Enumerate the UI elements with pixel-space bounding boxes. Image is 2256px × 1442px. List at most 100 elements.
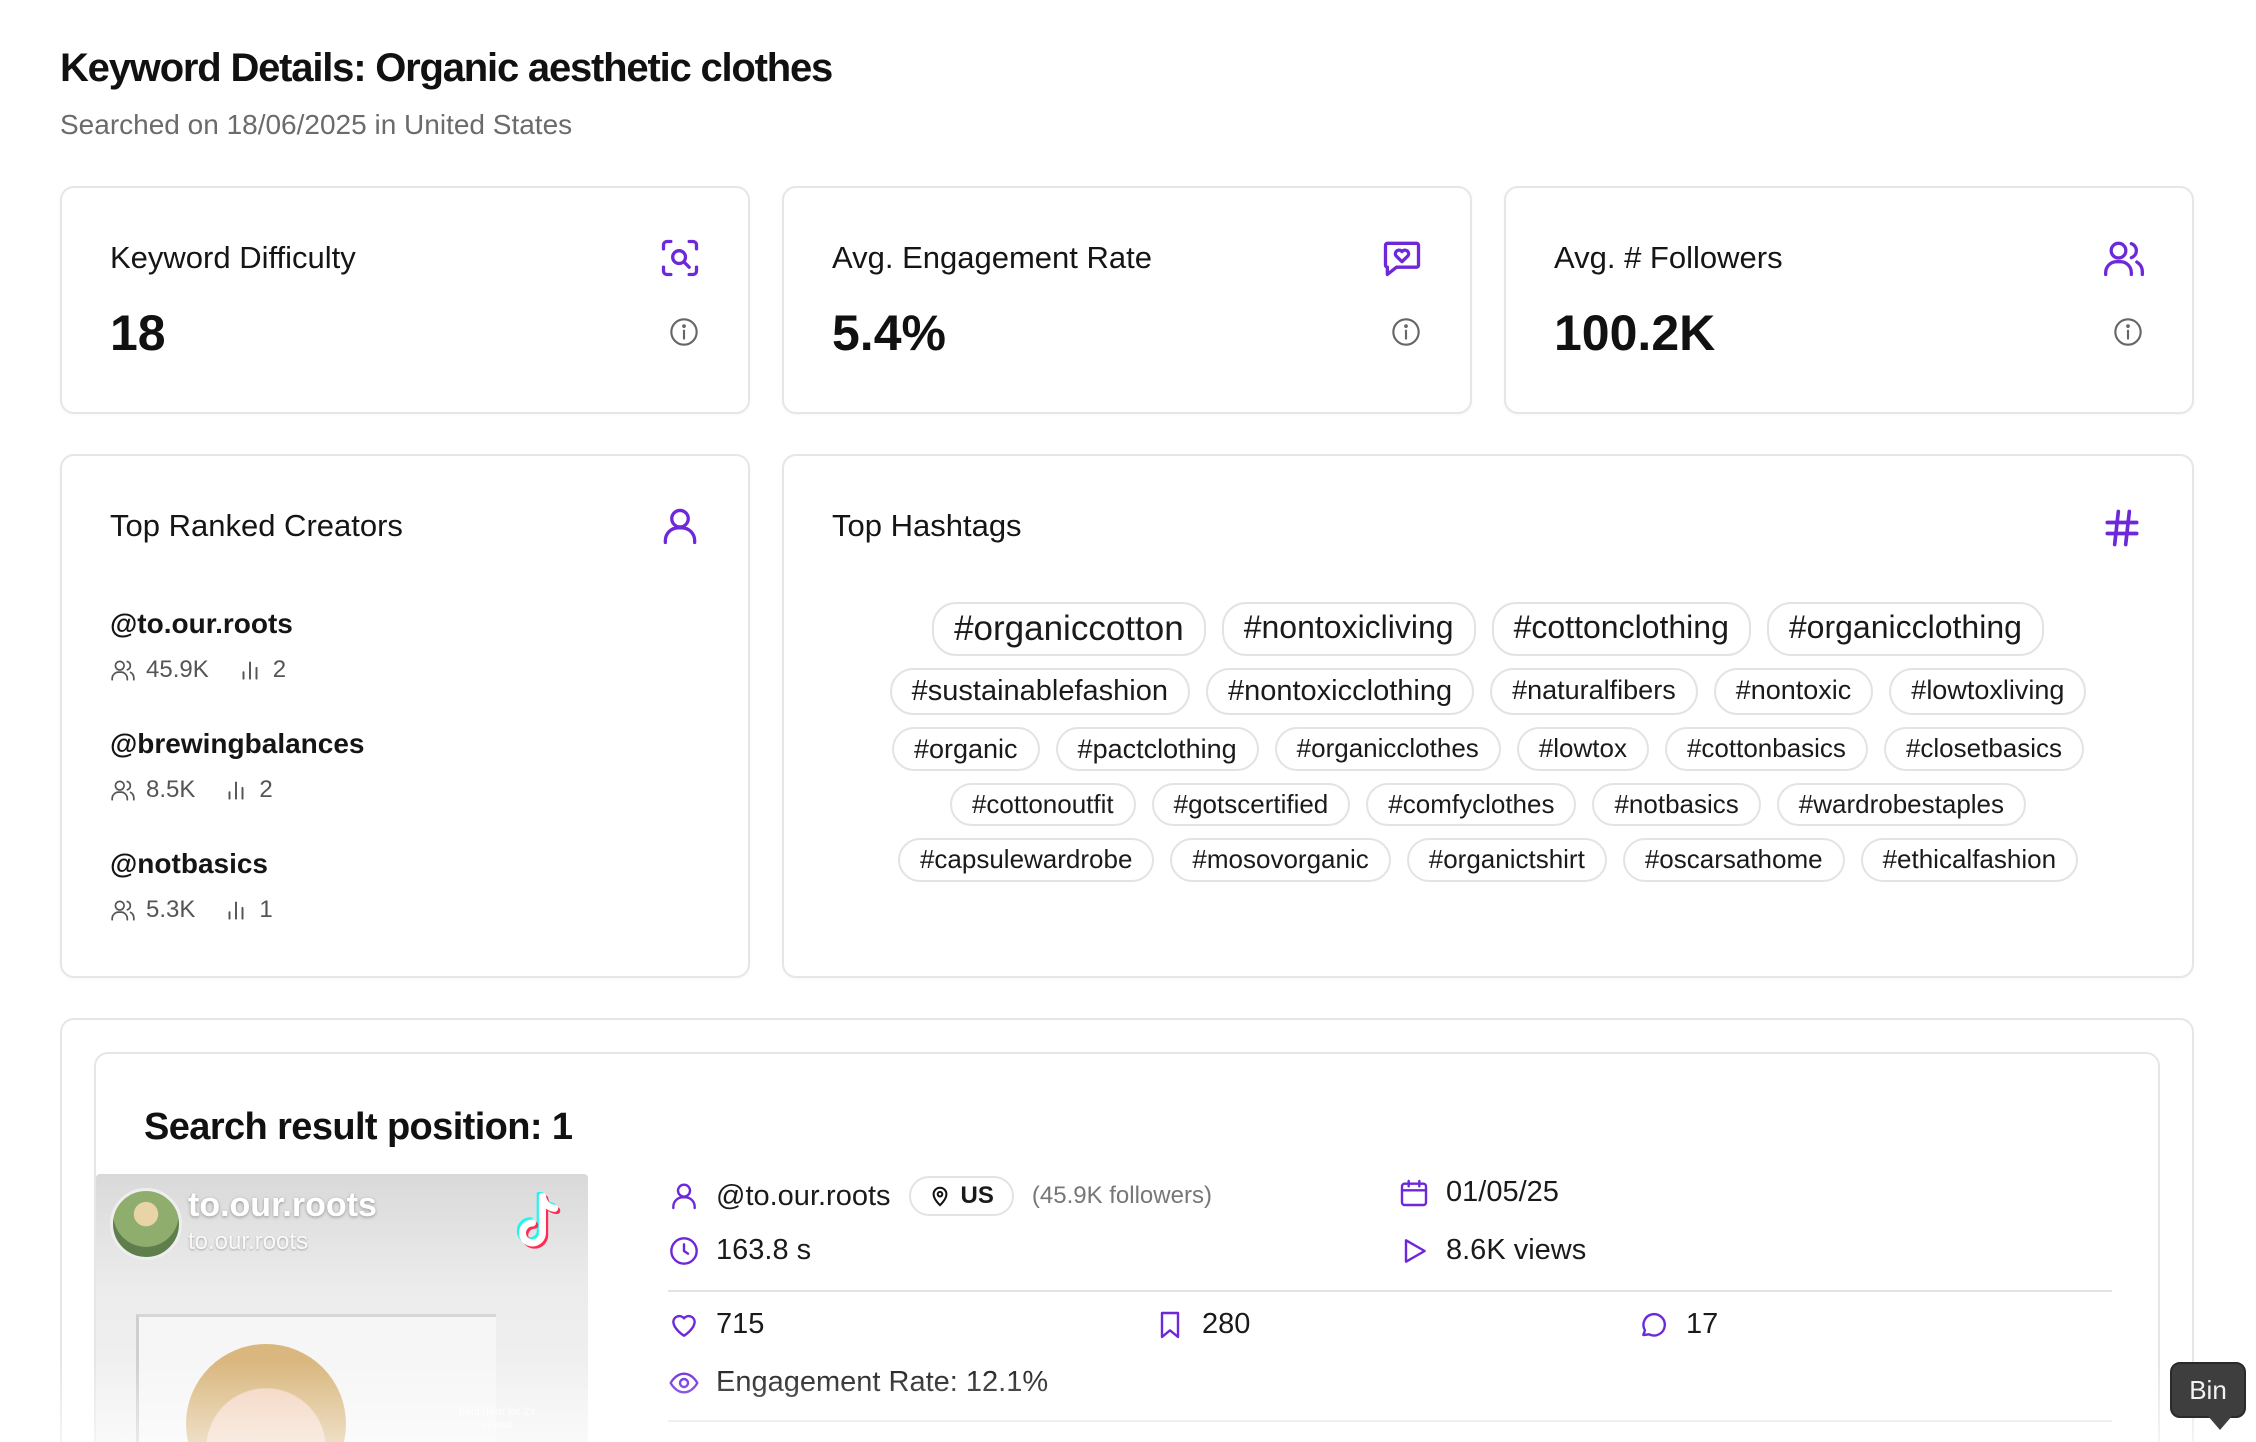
- thumbnail-creator-name: to.our.roots: [188, 1186, 377, 1224]
- metric-label: Keyword Difficulty: [110, 240, 356, 275]
- hashtag-chip[interactable]: #organic: [891, 726, 1040, 772]
- creator-followers-value: 45.9K: [146, 656, 209, 683]
- metric-value: 5.4%: [832, 305, 946, 361]
- clock-icon: [670, 1236, 698, 1265]
- creator-meta: 45.9K 2: [110, 656, 314, 684]
- map-pin-icon: [932, 1186, 947, 1207]
- info-icon[interactable]: [668, 316, 700, 348]
- hashtag-chip[interactable]: #mosovorganic: [1170, 838, 1391, 882]
- info-icon[interactable]: [2112, 316, 2144, 348]
- hashtag-chip[interactable]: #wardrobestaples: [1776, 783, 2027, 827]
- comment-icon: [1642, 1312, 1666, 1337]
- bar-chart-icon: [228, 901, 244, 920]
- user-icon: [663, 508, 697, 545]
- metric-label: Avg. # Followers: [1554, 240, 1783, 275]
- top-creators-card: Top Ranked Creators @to.our.roots 45.9K …: [60, 454, 750, 978]
- search-result-title: Search result position: 1: [144, 1106, 573, 1148]
- hashtag-cloud: #organiccotton #nontoxicliving #cottoncl…: [834, 596, 2142, 888]
- creator-rank: 2: [237, 656, 286, 684]
- hashtag-chip[interactable]: #cottonclothing: [1491, 602, 1751, 656]
- hashtag-chip[interactable]: #capsulewardrobe: [897, 838, 1155, 882]
- tooltip-arrow: [2208, 1416, 2232, 1430]
- result-comments: 17: [1686, 1308, 1719, 1340]
- hashtag-chip[interactable]: #cottonbasics: [1664, 726, 1868, 772]
- hashtag-chip[interactable]: #closetbasics: [1883, 726, 2085, 772]
- creator-followers-value: 8.5K: [146, 776, 196, 803]
- hashtag-chip[interactable]: #oscarsathome: [1622, 838, 1845, 882]
- page-subtitle: Searched on 18/06/2025 in United States: [60, 109, 573, 140]
- eye-icon: [669, 1371, 699, 1394]
- creator-handle[interactable]: @brewingbalances: [110, 728, 365, 760]
- creator-handle[interactable]: @notbasics: [110, 848, 301, 880]
- hashtag-chip[interactable]: #ethicalfashion: [1860, 838, 2079, 882]
- page-title: Keyword Details: Organic aesthetic cloth…: [60, 46, 833, 90]
- users-icon: [2104, 241, 2144, 277]
- creator-meta: 5.3K 1: [110, 896, 301, 924]
- info-icon[interactable]: [1390, 316, 1422, 348]
- creator-followers: 8.5K: [110, 776, 195, 804]
- result-saves-row: 280: [1154, 1308, 1250, 1341]
- hashtag-chip[interactable]: #organicclothing: [1766, 602, 2044, 656]
- creator-item[interactable]: @brewingbalances 8.5K 2: [110, 728, 365, 804]
- calendar-icon: [1400, 1179, 1428, 1206]
- metric-label: Avg. Engagement Rate: [832, 240, 1152, 275]
- search-scan-icon: [661, 239, 699, 277]
- result-comments-row: 17: [1638, 1308, 1718, 1341]
- result-date-row: 01/05/25: [1398, 1176, 1559, 1209]
- hashtag-chip[interactable]: #organicclothes: [1274, 726, 1501, 772]
- result-followers-note: (45.9K followers): [1031, 1182, 1212, 1209]
- bar-chart-icon: [228, 781, 244, 800]
- hashtag-chip[interactable]: #cottonoutfit: [949, 783, 1136, 827]
- hashtag-chip[interactable]: #comfyclothes: [1366, 783, 1577, 827]
- result-views: 8.6K views: [1446, 1234, 1587, 1266]
- bookmark-icon: [1160, 1311, 1180, 1338]
- creator-rank-value: 2: [259, 776, 273, 803]
- heart-icon: [672, 1314, 696, 1337]
- users-icon: [111, 660, 135, 681]
- creator-item[interactable]: @to.our.roots 45.9K 2: [110, 608, 314, 684]
- video-thumbnail[interactable]: to.our.roots to.our.roots hold here for …: [96, 1174, 588, 1442]
- result-duration-row: 163.8 s: [668, 1234, 811, 1267]
- hashtag-chip[interactable]: #nontoxicclothing: [1205, 668, 1475, 715]
- metric-card-avg-followers: Avg. # Followers 100.2K: [1504, 186, 2194, 414]
- creator-followers-value: 5.3K: [146, 896, 196, 923]
- creator-rank: 1: [223, 896, 273, 924]
- play-icon: [1404, 1238, 1426, 1263]
- creator-item[interactable]: @notbasics 5.3K 1: [110, 848, 301, 924]
- hashtag-chip[interactable]: #nontoxic: [1713, 668, 1874, 715]
- creator-handle[interactable]: @to.our.roots: [110, 608, 314, 640]
- hashtag-chip[interactable]: #lowtox: [1516, 726, 1649, 772]
- result-date: 01/05/25: [1446, 1176, 1559, 1208]
- hashtag-chip[interactable]: #organictshirt: [1406, 838, 1607, 882]
- country-badge: US: [908, 1176, 1014, 1216]
- hashtag-chip[interactable]: #gotscertified: [1151, 783, 1351, 827]
- hashtag-chip[interactable]: #sustainablefashion: [889, 668, 1190, 715]
- hashtag-chip[interactable]: #nontoxicliving: [1221, 602, 1476, 656]
- tiktok-logo-icon: [516, 1192, 561, 1249]
- users-icon: [111, 900, 135, 921]
- hashtag-chip[interactable]: #lowtoxliving: [1889, 668, 2087, 715]
- result-likes: 715: [716, 1308, 765, 1340]
- hash-icon: [2105, 509, 2139, 547]
- hashtag-chip[interactable]: #notbasics: [1592, 783, 1761, 827]
- thumbnail-hint: hold here for 2x speed: [458, 1406, 536, 1432]
- result-author-row: @to.our.roots US (45.9K followers): [668, 1176, 1212, 1216]
- creator-meta: 8.5K 2: [110, 776, 365, 804]
- top-hashtags-card: Top Hashtags #organiccotton #nontoxicliv…: [782, 454, 2194, 978]
- hashtag-chip[interactable]: #pactclothing: [1055, 726, 1259, 772]
- hashtag-chip[interactable]: #organiccotton: [932, 602, 1206, 656]
- metric-value: 18: [110, 305, 166, 361]
- result-handle[interactable]: @to.our.roots: [716, 1180, 891, 1213]
- result-engagement: Engagement Rate: 12.1%: [716, 1366, 1049, 1398]
- result-duration: 163.8 s: [716, 1234, 812, 1266]
- avatar: [110, 1188, 182, 1260]
- divider: [668, 1420, 2112, 1422]
- thumbnail-creator-sub: to.our.roots: [188, 1228, 309, 1255]
- creator-rank-value: 1: [259, 896, 273, 923]
- hashtag-chip[interactable]: #naturalfibers: [1490, 668, 1698, 715]
- metric-card-keyword-difficulty: Keyword Difficulty 18: [60, 186, 750, 414]
- result-engagement-row: Engagement Rate: 12.1%: [668, 1366, 1048, 1399]
- country-code: US: [960, 1182, 994, 1209]
- heart-message-icon: [1383, 241, 1421, 277]
- page-header: Keyword Details: Organic aesthetic cloth…: [60, 46, 833, 141]
